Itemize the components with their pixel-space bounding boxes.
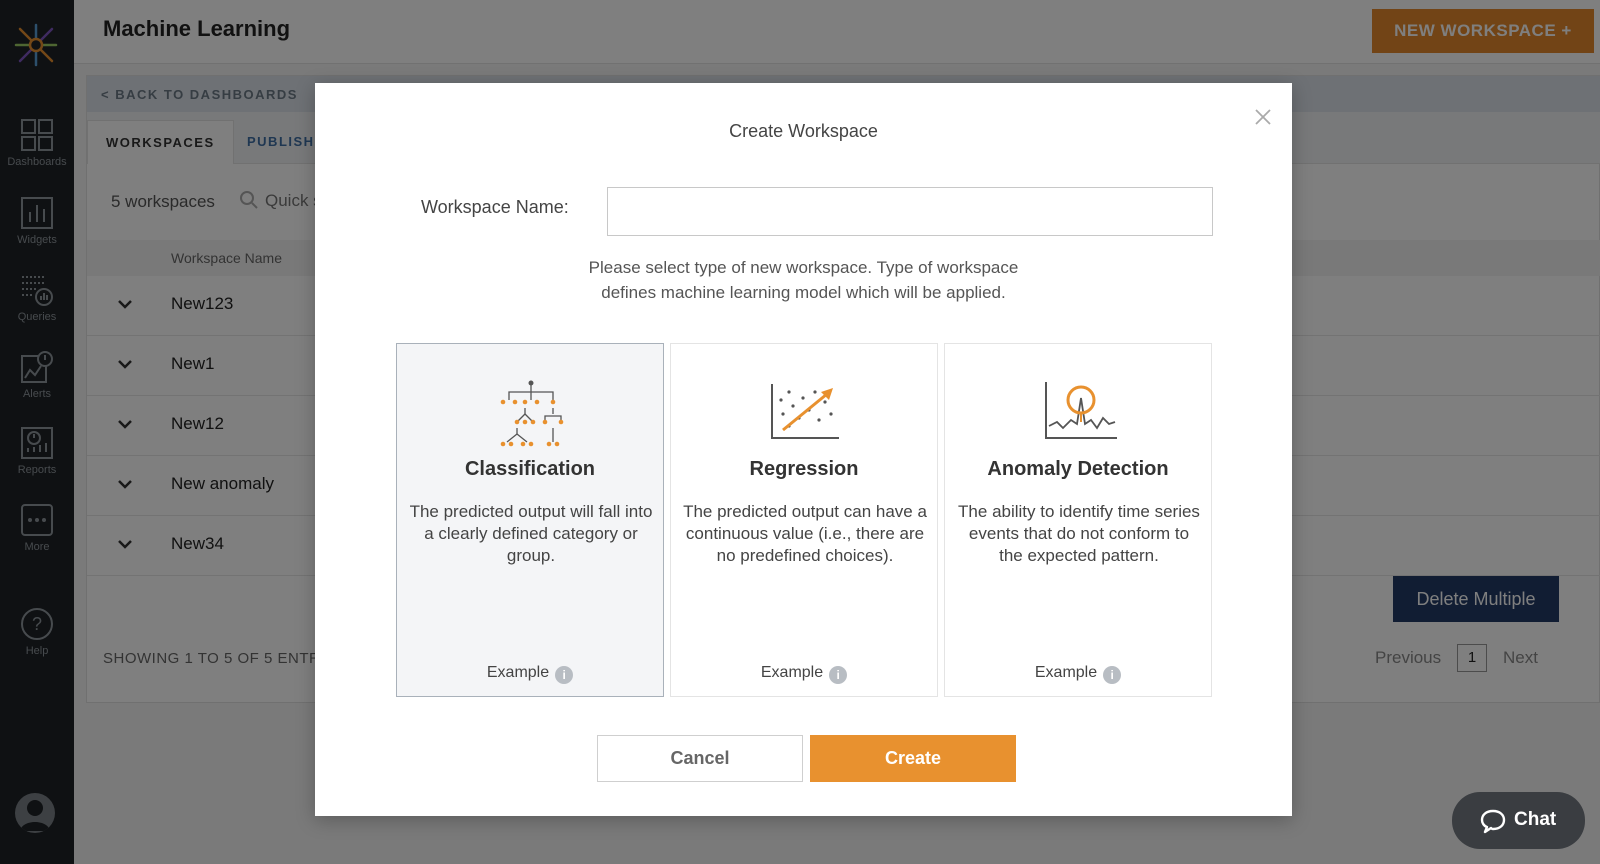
cancel-button[interactable]: Cancel — [597, 735, 803, 782]
anomaly-chart-icon — [1045, 382, 1117, 439]
create-button[interactable]: Create — [810, 735, 1016, 782]
card-classification[interactable]: Classification The predicted output will… — [396, 343, 664, 697]
card-anomaly-detection[interactable]: Anomaly Detection The ability to identif… — [944, 343, 1212, 697]
workspace-name-label: Workspace Name: — [421, 197, 569, 217]
card-title: Classification — [464, 458, 596, 480]
card-regression[interactable]: Regression The predicted output can have… — [670, 343, 938, 697]
info-icon[interactable]: i — [829, 666, 848, 684]
workspace-name-input[interactable] — [607, 187, 1213, 236]
chat-bubble-icon — [1480, 809, 1506, 834]
info-icon[interactable]: i — [1103, 666, 1122, 684]
classification-tree-icon — [500, 380, 564, 447]
chat-label: Chat — [1514, 809, 1557, 830]
info-icon[interactable]: i — [555, 666, 574, 684]
card-title: Regression — [749, 458, 859, 480]
card-description: The predicted output can have a continuo… — [683, 502, 927, 565]
regression-scatter-icon — [771, 384, 839, 439]
create-workspace-modal: Create Workspace Workspace Name: Please … — [315, 83, 1292, 816]
card-title: Anomaly Detection — [987, 458, 1169, 480]
example-label: Example — [760, 664, 824, 681]
card-description: The ability to identify time series even… — [958, 502, 1200, 565]
example-link[interactable]: Example i — [397, 664, 663, 684]
example-link[interactable]: Example i — [671, 664, 937, 684]
chat-button[interactable]: Chat — [1452, 792, 1585, 849]
modal-title: Create Workspace — [729, 121, 878, 141]
example-label: Example — [486, 664, 550, 681]
instructions: Please select type of new workspace. Typ… — [515, 255, 1092, 305]
example-label: Example — [1034, 664, 1098, 681]
instructions-line: defines machine learning model which wil… — [601, 283, 1006, 302]
card-description: The predicted output will fall into a cl… — [409, 502, 653, 565]
example-link[interactable]: Example i — [945, 664, 1211, 684]
instructions-line: Please select type of new workspace. Typ… — [588, 258, 1019, 277]
